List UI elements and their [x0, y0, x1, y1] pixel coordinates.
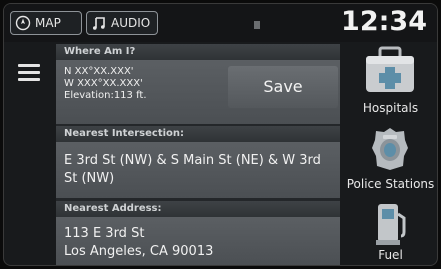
map-button[interactable]: MAP — [10, 11, 82, 35]
where-am-i-header: Where Am I? — [56, 44, 340, 60]
intersection-text: E 3rd St (NW) & S Main St (NE) & W 3rd S… — [64, 153, 321, 186]
fuel-pump-icon — [376, 204, 406, 245]
nearest-intersection-section[interactable]: E 3rd St (NW) & S Main St (NE) & W 3rd S… — [56, 142, 340, 198]
audio-label: AUDIO — [111, 16, 151, 30]
address-line-1: 113 E 3rd St — [64, 226, 145, 241]
hospitals-label: Hospitals — [362, 101, 419, 115]
audio-button[interactable]: AUDIO — [86, 11, 158, 35]
top-bar: MAP AUDIO 12:34 — [4, 4, 437, 42]
map-label: MAP — [35, 16, 61, 30]
nearest-address-header: Nearest Address: — [56, 201, 340, 217]
where-am-i-panel: Where Am I? N XX°XX.XXX' W XXX°XX.XXX' E… — [56, 44, 340, 265]
save-button[interactable]: Save — [228, 66, 338, 108]
police-badge-icon — [372, 128, 408, 170]
music-note-icon — [93, 17, 105, 30]
nearest-intersection-header: Nearest Intersection: — [56, 126, 340, 142]
police-stations-button[interactable]: Police Stations — [342, 124, 437, 196]
first-aid-kit-icon — [366, 46, 414, 92]
navigation-screen: MAP AUDIO 12:34 Where Am I? N XX°XX.XXX'… — [3, 3, 438, 266]
nearest-address-section[interactable]: 113 E 3rd St Los Angeles, CA 90013 — [56, 217, 340, 265]
compass-icon — [15, 15, 31, 31]
police-stations-label: Police Stations — [346, 177, 435, 191]
menu-icon[interactable] — [18, 64, 40, 82]
fuel-label: Fuel — [378, 248, 403, 262]
fuel-button[interactable]: Fuel — [342, 198, 437, 265]
coordinates-section: N XX°XX.XXX' W XXX°XX.XXX' Elevation:113… — [56, 60, 340, 124]
signal-indicator-icon — [254, 21, 260, 29]
hospitals-button[interactable]: Hospitals — [342, 44, 437, 124]
address-line-2: Los Angeles, CA 90013 — [64, 244, 214, 259]
clock: 12:34 — [341, 6, 427, 37]
